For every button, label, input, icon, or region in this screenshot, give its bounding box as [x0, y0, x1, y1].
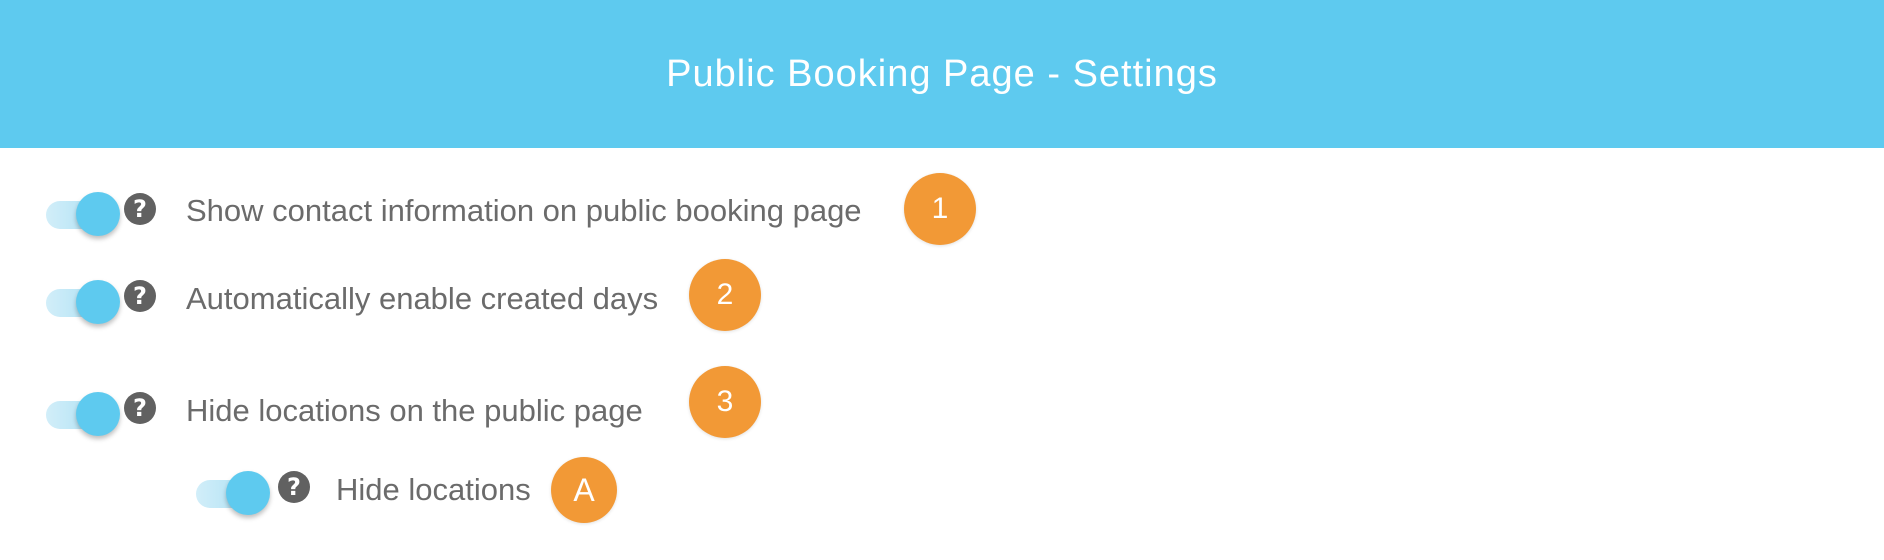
page-title: Public Booking Page - Settings	[666, 52, 1218, 95]
help-icon[interactable]: ?	[124, 280, 156, 312]
step-badge-2: 2	[689, 259, 761, 331]
toggle-hide-locations[interactable]	[196, 467, 270, 515]
step-badge-3: 3	[689, 366, 761, 438]
setting-label-hide-locations-public: Hide locations on the public page	[186, 393, 643, 428]
setting-label-auto-enable-days: Automatically enable created days	[186, 281, 659, 316]
step-badge-1: 1	[904, 173, 976, 245]
toggle-knob	[76, 392, 120, 436]
toggle-knob	[226, 471, 270, 515]
help-icon[interactable]: ?	[124, 193, 156, 225]
toggle-hide-locations-public[interactable]	[46, 388, 120, 436]
settings-page: Public Booking Page - Settings ? Show co…	[0, 0, 1884, 560]
toggle-knob	[76, 192, 120, 236]
toggle-show-contact-info[interactable]	[46, 188, 120, 236]
toggle-auto-enable-days[interactable]	[46, 276, 120, 324]
help-icon[interactable]: ?	[278, 471, 310, 503]
toggle-knob	[76, 280, 120, 324]
setting-label-show-contact-info: Show contact information on public booki…	[186, 193, 862, 228]
page-header: Public Booking Page - Settings	[0, 0, 1884, 148]
setting-label-hide-locations: Hide locations	[336, 472, 531, 507]
step-badge-a: A	[551, 457, 617, 523]
help-icon[interactable]: ?	[124, 392, 156, 424]
